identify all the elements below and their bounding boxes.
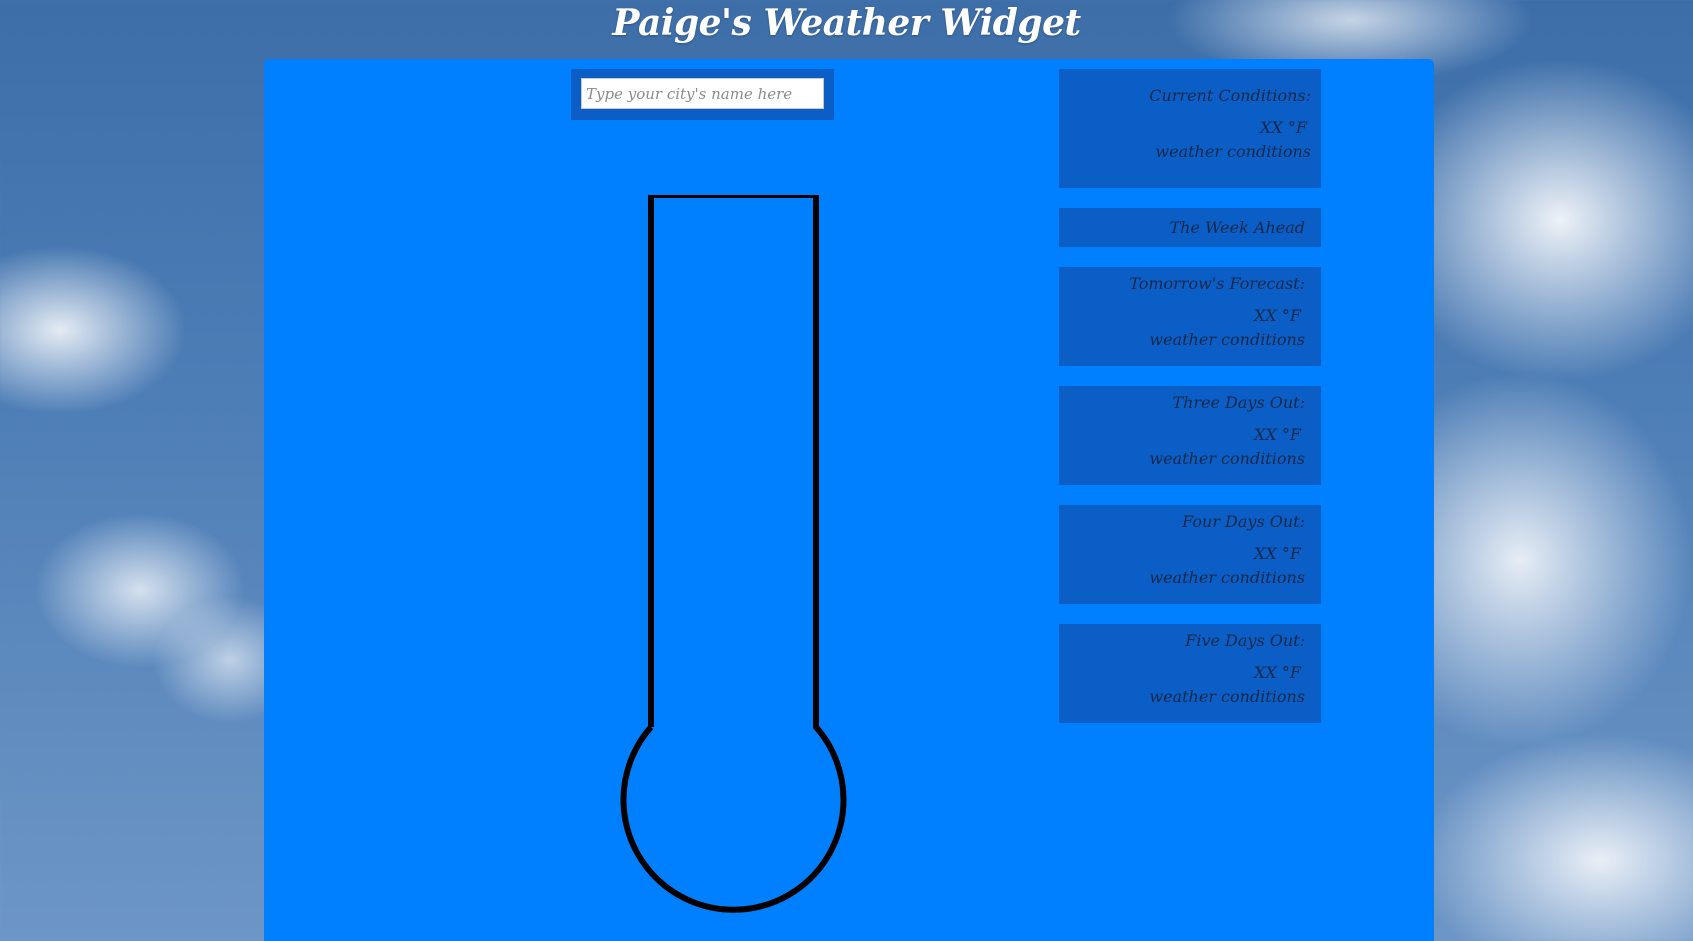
- forecast-heading: Three Days Out:: [1172, 393, 1305, 412]
- forecast-card-four-days: Four Days Out: XX °F weather conditions: [1059, 505, 1321, 604]
- current-conditions-card: Current Conditions: XX °F weather condit…: [1059, 69, 1321, 188]
- forecast-card-three-days: Three Days Out: XX °F weather conditions: [1059, 386, 1321, 485]
- thermometer-graphic: [620, 195, 847, 913]
- forecast-temperature: XX °F: [1254, 544, 1301, 563]
- search-container: [571, 69, 834, 120]
- week-ahead-label: The Week Ahead: [1169, 218, 1306, 237]
- forecast-card-five-days: Five Days Out: XX °F weather conditions: [1059, 624, 1321, 723]
- forecast-conditions: weather conditions: [1149, 449, 1305, 468]
- forecast-temperature: XX °F: [1254, 663, 1301, 682]
- forecast-temperature: XX °F: [1254, 425, 1301, 444]
- forecast-temperature: XX °F: [1254, 306, 1301, 325]
- current-conditions-heading: Current Conditions:: [1149, 86, 1311, 105]
- city-search-input[interactable]: [581, 78, 824, 109]
- forecast-heading: Tomorrow's Forecast:: [1129, 274, 1305, 293]
- forecast-conditions: weather conditions: [1149, 568, 1305, 587]
- week-ahead-header: The Week Ahead: [1059, 208, 1321, 247]
- page-title: Paige's Weather Widget: [612, 2, 1081, 44]
- forecast-heading: Four Days Out:: [1182, 512, 1305, 531]
- forecast-column: Current Conditions: XX °F weather condit…: [1059, 69, 1321, 743]
- current-weather-conditions: weather conditions: [1155, 142, 1311, 161]
- forecast-card-tomorrow: Tomorrow's Forecast: XX °F weather condi…: [1059, 267, 1321, 366]
- current-temperature: XX °F: [1260, 118, 1307, 137]
- thermometer-outline: [620, 195, 847, 913]
- widget-panel: Current Conditions: XX °F weather condit…: [264, 59, 1434, 941]
- forecast-conditions: weather conditions: [1149, 687, 1305, 706]
- forecast-heading: Five Days Out:: [1185, 631, 1305, 650]
- forecast-conditions: weather conditions: [1149, 330, 1305, 349]
